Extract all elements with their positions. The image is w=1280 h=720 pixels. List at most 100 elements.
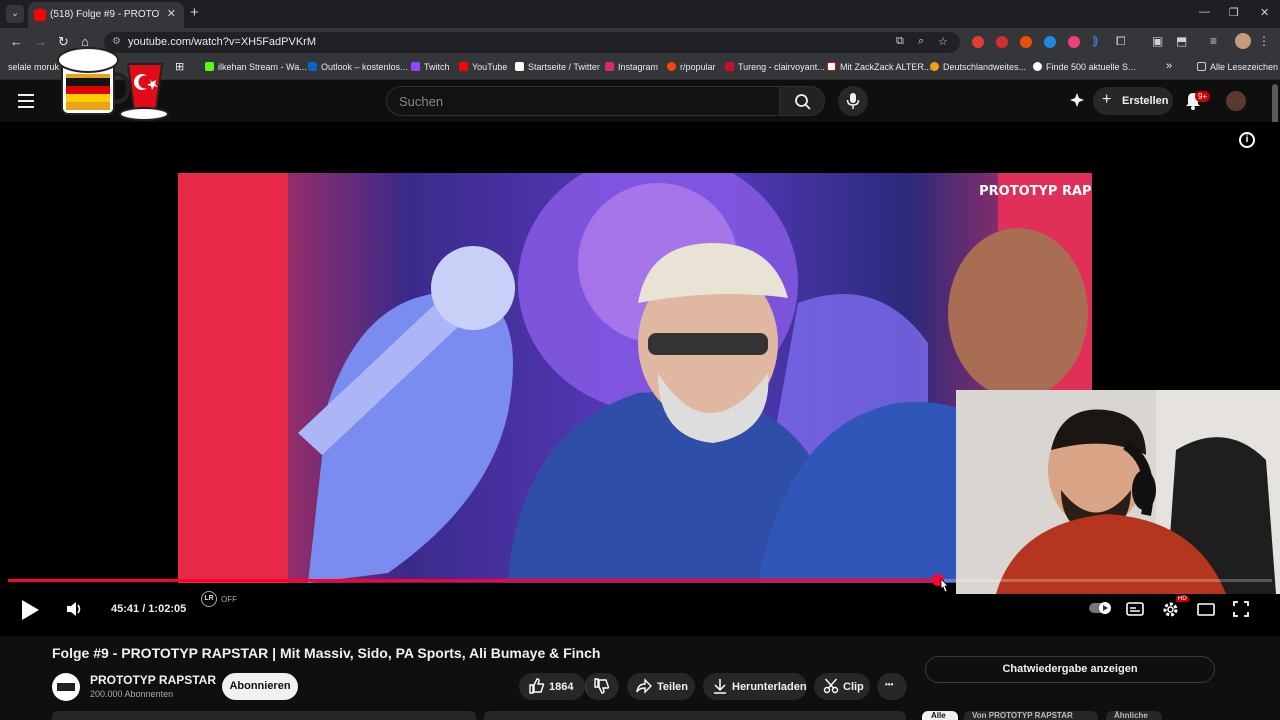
extensions-puzzle-icon[interactable]: ⧠ bbox=[1116, 34, 1126, 49]
search-placeholder: Suchen bbox=[399, 94, 444, 109]
search-input[interactable]: Suchen bbox=[386, 86, 780, 116]
bookmark-item-twitch[interactable]: Twitch bbox=[411, 62, 450, 72]
prototyp-rapstar-watermark: PROTOTYP RAPSTAR bbox=[979, 184, 1092, 199]
video-title: Folge #9 - PROTOTYP RAPSTAR | Mit Massiv… bbox=[52, 645, 601, 661]
description-box-top[interactable] bbox=[52, 711, 476, 720]
close-window-icon[interactable]: ✕ bbox=[1260, 6, 1269, 19]
volume-icon[interactable] bbox=[66, 601, 84, 617]
download-button[interactable]: Herunterladen bbox=[703, 673, 807, 700]
menu-icon[interactable] bbox=[18, 94, 34, 108]
thumbs-down-icon bbox=[594, 678, 610, 694]
channel-avatar[interactable] bbox=[52, 673, 80, 701]
show-chat-replay-button[interactable]: Chatwiedergabe anzeigen bbox=[925, 656, 1215, 683]
play-icon[interactable] bbox=[20, 599, 40, 621]
create-label: Erstellen bbox=[1122, 95, 1169, 107]
share-label: Teilen bbox=[657, 681, 688, 693]
chip-related-label: Ähnliche bbox=[1114, 711, 1148, 720]
new-tab-button[interactable]: + bbox=[190, 4, 199, 21]
extension-icon-6[interactable]: ⟫ bbox=[1092, 34, 1099, 48]
channel-subscriber-count: 200.000 Abonnenten bbox=[90, 689, 174, 699]
mouse-cursor-icon bbox=[940, 578, 949, 593]
bookmark-item-twitter[interactable]: Startseite / Twitter bbox=[515, 62, 600, 72]
beer-tea-sticker-logo bbox=[57, 47, 169, 121]
save-icon[interactable]: ⬒ bbox=[1176, 34, 1187, 48]
download-icon bbox=[714, 679, 726, 694]
bookmark-item-instagram[interactable]: Instagram bbox=[605, 62, 658, 72]
share-button[interactable]: Teilen bbox=[627, 673, 695, 700]
minimize-icon[interactable]: — bbox=[1199, 6, 1210, 18]
ai-sparkle-icon[interactable] bbox=[1068, 92, 1086, 110]
clip-button[interactable]: Clip bbox=[814, 673, 870, 700]
lr-state-label: OFF bbox=[221, 595, 237, 604]
bookmark-star-icon[interactable]: ☆ bbox=[938, 35, 948, 48]
time-display: 45:41 / 1:02:05 bbox=[111, 603, 187, 615]
quality-hd-badge: HD bbox=[1176, 596, 1189, 602]
subscribe-button[interactable]: Abonnieren bbox=[222, 673, 298, 700]
like-count: 1864 bbox=[549, 681, 574, 693]
clip-label: Clip bbox=[843, 681, 864, 693]
dislike-button[interactable] bbox=[585, 673, 619, 700]
microphone-icon bbox=[846, 93, 860, 109]
restore-icon[interactable]: ❐ bbox=[1229, 6, 1239, 19]
lr-extension-badge[interactable]: LR bbox=[201, 591, 217, 607]
notification-count-badge: 9+ bbox=[1195, 91, 1211, 102]
forward-icon[interactable]: → bbox=[34, 34, 47, 49]
channel-name[interactable]: PROTOTYP RAPSTAR bbox=[90, 673, 216, 687]
bookmark-item-ilkehan[interactable]: ilkehan Stream - Wa... bbox=[205, 62, 307, 72]
fullscreen-icon[interactable] bbox=[1233, 601, 1249, 617]
chrome-menu-icon[interactable]: ⋮ bbox=[1258, 34, 1270, 48]
sidebar-icon[interactable]: ▣ bbox=[1152, 34, 1163, 48]
autoplay-toggle[interactable] bbox=[1089, 601, 1113, 615]
more-dots-icon: ••• bbox=[885, 680, 894, 689]
address-bar[interactable]: ⚙ youtube.com/watch?v=XH5FadPVKrM ⧉ ⌕ ☆ bbox=[104, 32, 960, 53]
progress-bar[interactable] bbox=[8, 574, 1272, 586]
extension-icon-5[interactable] bbox=[1068, 36, 1080, 48]
extension-icon-2[interactable] bbox=[996, 36, 1008, 48]
thumbs-up-icon bbox=[529, 678, 545, 694]
bookmark-item-outlook[interactable]: Outlook – kostenlos... bbox=[308, 62, 408, 72]
browser-toolbar: ← → ↻ ⌂ ⚙ youtube.com/watch?v=XH5FadPVKr… bbox=[0, 28, 1280, 56]
extension-icon-3[interactable] bbox=[1020, 36, 1032, 48]
chip-all-label: Alle bbox=[931, 711, 946, 720]
more-actions-button[interactable]: ••• bbox=[877, 673, 907, 700]
bookmark-item-reddit[interactable]: r/popular bbox=[667, 62, 716, 72]
bookmark-item-youtube[interactable]: YouTube bbox=[459, 62, 507, 72]
more-bookmarks-icon[interactable]: » bbox=[1166, 60, 1172, 72]
bookmark-item-selale-moruk[interactable]: selale moruk bbox=[8, 62, 59, 72]
info-icon[interactable]: i bbox=[1239, 132, 1255, 148]
video-player[interactable]: i PROTOTYP RAPSTAR bbox=[0, 122, 1280, 636]
tab-close-icon[interactable]: ✕ bbox=[167, 7, 176, 20]
extension-icon-1[interactable] bbox=[972, 36, 984, 48]
video-frame[interactable]: PROTOTYP RAPSTAR bbox=[178, 173, 1092, 583]
settings-gear-icon[interactable] bbox=[1162, 601, 1179, 618]
media-control-icon[interactable]: ≡ bbox=[1210, 34, 1217, 48]
create-button[interactable]: + Erstellen bbox=[1093, 87, 1173, 115]
bookmark-item-deutschlandweites[interactable]: Deutschlandweites... bbox=[930, 62, 1026, 72]
theater-mode-icon[interactable] bbox=[1197, 603, 1215, 616]
apps-grid-icon[interactable]: ⊞ bbox=[175, 60, 184, 73]
bookmark-item-zackzack[interactable]: Mit ZackZack ALTER... bbox=[827, 62, 931, 72]
bookmarks-bar: selale moruk ⊞ ilkehan Stream - Wa... Ou… bbox=[0, 56, 1280, 80]
bookmark-item-tureng[interactable]: Tureng - clairvoyant... bbox=[725, 62, 825, 72]
youtube-header: Suchen + Erstellen 9+ bbox=[0, 80, 1280, 122]
like-button[interactable]: 1864 bbox=[519, 673, 585, 700]
search-button[interactable] bbox=[779, 86, 825, 116]
browser-tab-active[interactable]: (518) Folge #9 - PROTOTYP RAPSTAR | Mit … bbox=[28, 2, 184, 28]
subtitles-icon[interactable] bbox=[1126, 602, 1144, 616]
comments-box-top[interactable] bbox=[484, 711, 906, 720]
all-bookmarks-folder[interactable]: Alle Lesezeichen bbox=[1197, 62, 1278, 72]
back-icon[interactable]: ← bbox=[10, 34, 23, 49]
tab-search-button[interactable]: ⌄ bbox=[6, 5, 24, 23]
bookmark-item-finde-500[interactable]: Finde 500 aktuelle S... bbox=[1033, 62, 1136, 72]
youtube-favicon-icon bbox=[34, 9, 46, 21]
search-icon bbox=[795, 94, 811, 110]
svg-text:PROTOTYP RAPSTAR: PROTOTYP RAPSTAR bbox=[979, 184, 1092, 199]
voice-search-button[interactable] bbox=[838, 86, 868, 116]
account-avatar[interactable] bbox=[1226, 91, 1246, 111]
cast-icon[interactable]: ⧉ bbox=[896, 35, 904, 48]
scissors-icon bbox=[823, 678, 839, 694]
zoom-icon[interactable]: ⌕ bbox=[918, 35, 924, 48]
extension-icon-4[interactable] bbox=[1044, 36, 1056, 48]
streamer-webcam-overlay bbox=[956, 390, 1280, 594]
profile-avatar[interactable] bbox=[1235, 33, 1251, 49]
